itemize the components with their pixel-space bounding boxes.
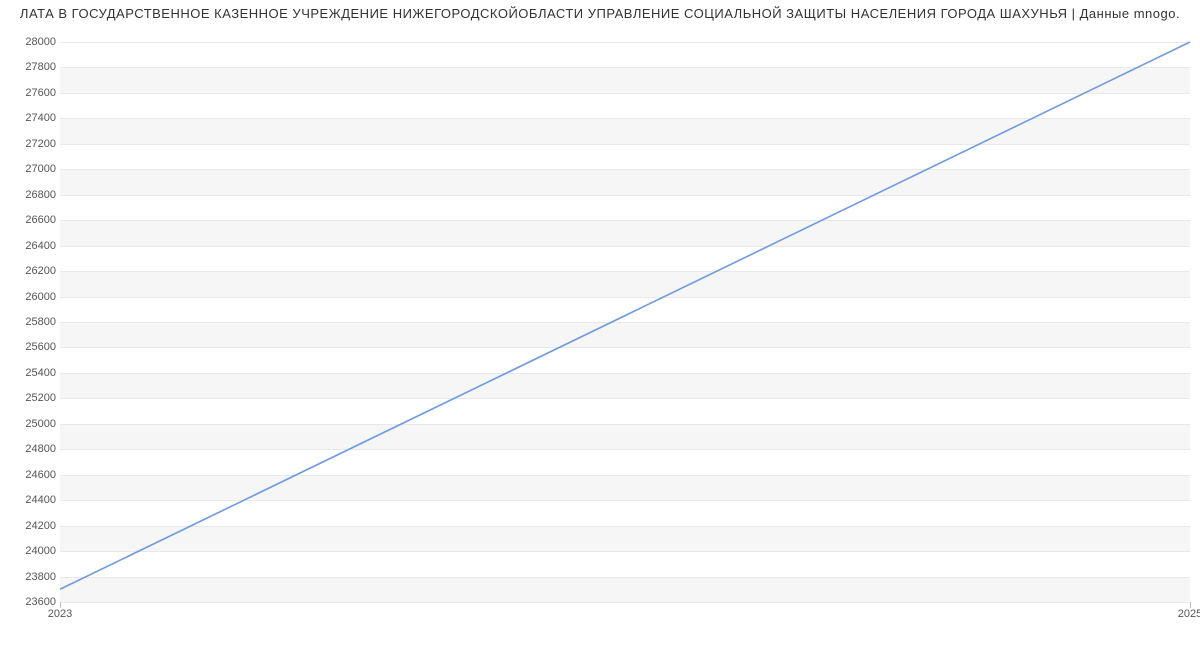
y-tick-label: 25000 [6,418,56,430]
y-tick-label: 24400 [6,494,56,506]
y-tick-label: 28000 [6,36,56,48]
y-tick-label: 24200 [6,520,56,532]
chart-title: ЛАТА В ГОСУДАРСТВЕННОЕ КАЗЕННОЕ УЧРЕЖДЕН… [0,0,1200,21]
y-tick-label: 26600 [6,214,56,226]
y-tick-label: 27400 [6,112,56,124]
y-tick-label: 25400 [6,367,56,379]
chart-container: 23600 23800 24000 24200 24400 24600 24800 25000… [0,28,1200,638]
y-tick-label: 26800 [6,189,56,201]
y-tick-label: 24800 [6,443,56,455]
y-tick-label: 23800 [6,571,56,583]
y-tick-label: 27800 [6,61,56,73]
x-tick-label: 2023 [48,608,72,620]
y-tick-label: 24000 [6,545,56,557]
plot-area [60,42,1190,603]
y-tick-label: 25800 [6,316,56,328]
y-tick-label: 26200 [6,265,56,277]
y-tick-label: 26000 [6,291,56,303]
y-tick-label: 26400 [6,240,56,252]
y-tick-label: 25200 [6,392,56,404]
y-tick-label: 27600 [6,87,56,99]
y-tick-label: 27200 [6,138,56,150]
x-tick-label: 2025 [1178,608,1200,620]
line-series [60,42,1190,602]
series-line [60,42,1190,589]
y-tick-label: 27000 [6,163,56,175]
gridline [60,602,1190,603]
y-tick-label: 25600 [6,341,56,353]
y-tick-label: 24600 [6,469,56,481]
y-tick-label: 23600 [6,596,56,608]
